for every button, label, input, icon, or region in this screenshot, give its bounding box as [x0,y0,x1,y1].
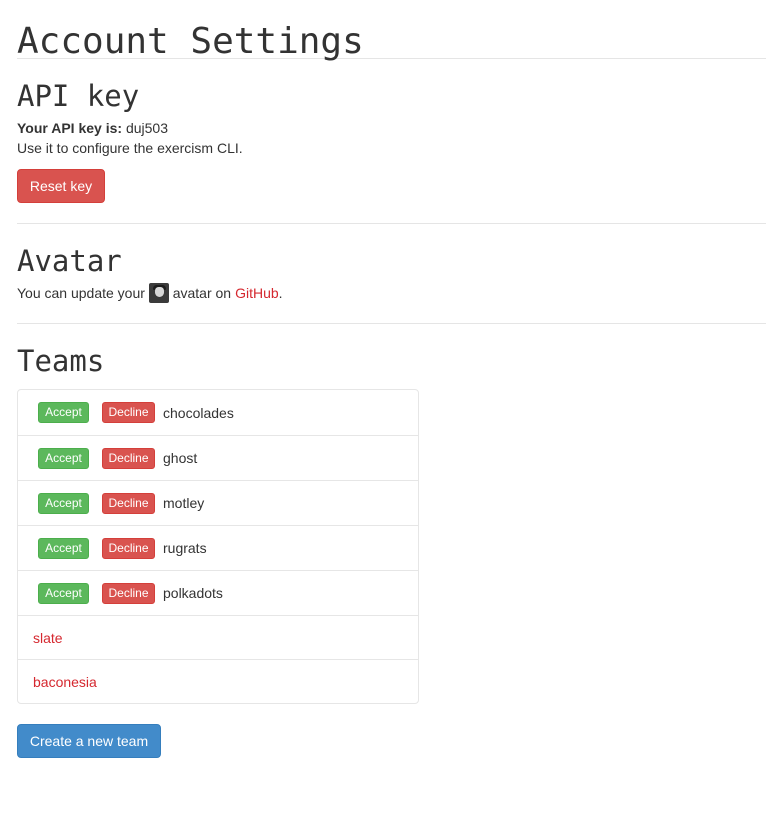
accept-button[interactable]: Accept [38,582,89,604]
avatar-text-after: . [278,285,283,301]
api-key-value: duj503 [125,120,168,136]
api-key-help: Use it to configure the exercism CLI. [17,140,243,156]
team-row-ghost: Accept Decline ghost [18,435,418,480]
avatar-text-middle: avatar on [172,285,232,301]
team-link-slate[interactable]: slate [33,630,63,646]
team-name: rugrats [163,540,207,556]
team-row-baconesia: baconesia [18,659,418,703]
team-row-chocolades: Accept Decline chocolades [18,390,418,435]
accept-button[interactable]: Accept [38,447,89,469]
avatar-heading: Avatar [17,244,122,278]
api-key-section: API key Your API key is: duj503 Use it t… [17,79,766,203]
team-name: ghost [163,450,198,466]
team-row-rugrats: Accept Decline rugrats [18,525,418,570]
team-name: motley [163,495,205,511]
avatar-text-before: You can update your [17,285,145,301]
team-name: polkadots [163,585,223,601]
decline-button[interactable]: Decline [102,402,155,423]
teams-list: Accept Decline chocolades Accept Decline… [17,389,419,704]
team-row-slate: slate [18,615,418,659]
accept-button[interactable]: Accept [38,492,89,514]
divider [17,223,766,224]
divider [17,323,766,324]
create-team-button[interactable]: Create a new team [17,724,161,758]
decline-button[interactable]: Decline [102,537,155,559]
team-row-motley: Accept Decline motley [18,480,418,525]
decline-button[interactable]: Decline [102,492,155,514]
settings-page: Account Settings API key Your API key is… [0,0,766,758]
api-key-heading: API key [17,79,140,113]
accept-button[interactable]: Accept [38,537,89,559]
avatar-section: Avatar You can update your avatar on GitH… [17,244,766,303]
page-title: Account Settings [17,21,364,62]
reset-key-button[interactable]: Reset key [17,169,105,203]
teams-section: Teams Accept Decline chocolades Accept D… [17,344,766,758]
team-row-polkadots: Accept Decline polkadots [18,570,418,615]
team-link-baconesia[interactable]: baconesia [33,674,97,690]
team-name: chocolades [163,404,234,421]
api-key-line: Your API key is: duj503 [17,118,766,138]
accept-button[interactable]: Accept [38,402,89,423]
avatar-text: You can update your avatar on GitHub. [17,283,766,303]
avatar [148,283,169,303]
github-link[interactable]: GitHub [235,285,279,301]
api-key-label: Your API key is: [17,120,123,136]
teams-heading: Teams [17,344,105,378]
decline-button[interactable]: Decline [102,582,155,604]
decline-button[interactable]: Decline [102,447,155,469]
